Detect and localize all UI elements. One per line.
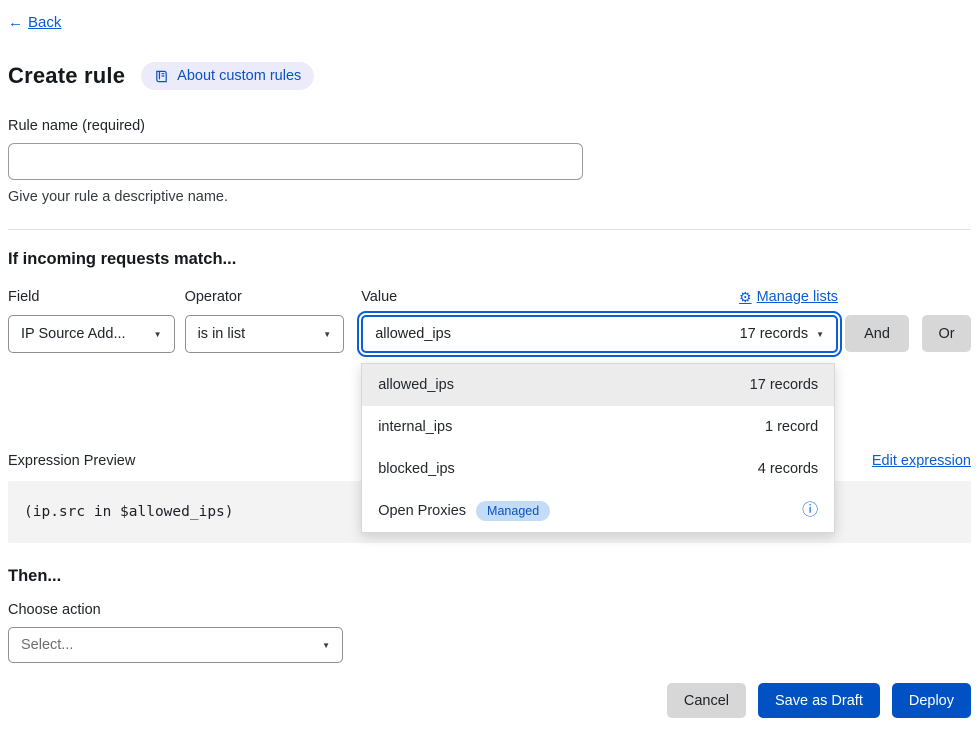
about-badge-label: About custom rules <box>177 68 301 84</box>
match-heading: If incoming requests match... <box>8 250 971 269</box>
rule-name-help: Give your rule a descriptive name. <box>8 189 971 205</box>
list-option-internal-ips[interactable]: internal_ips 1 record <box>362 406 834 448</box>
manage-lists-label: Manage lists <box>757 289 838 306</box>
about-custom-rules-badge[interactable]: About custom rules <box>141 62 314 90</box>
chevron-down-icon: ▼ <box>323 330 331 339</box>
field-select-value: IP Source Add... <box>21 326 126 342</box>
chevron-down-icon: ▼ <box>816 330 824 339</box>
section-divider <box>8 229 971 230</box>
field-label: Field <box>8 289 175 306</box>
back-arrow-icon: ← <box>8 14 23 31</box>
expression-preview-label: Expression Preview <box>8 453 135 469</box>
list-option-open-proxies[interactable]: Open Proxies Managed ⓘ <box>362 490 834 532</box>
and-button[interactable]: And <box>845 315 909 352</box>
action-select[interactable]: Select... ▼ <box>8 627 343 663</box>
create-rule-page: ← Back Create rule About custom rules Rul… <box>0 0 979 739</box>
cancel-button[interactable]: Cancel <box>667 683 746 718</box>
list-option-name: blocked_ips <box>378 461 455 477</box>
edit-expression-link[interactable]: Edit expression <box>872 453 971 469</box>
list-option-records: 1 record <box>765 419 818 435</box>
and-or-buttons: And Or <box>845 289 971 352</box>
value-column: Value ⚙ Manage lists allowed_ips 17 reco… <box>361 289 838 353</box>
operator-select-value: is in list <box>198 326 246 342</box>
list-option-allowed-ips[interactable]: allowed_ips 17 records <box>362 364 834 406</box>
list-option-records: 4 records <box>758 461 818 477</box>
value-select-name: allowed_ips <box>375 326 451 342</box>
chevron-down-icon: ▼ <box>154 330 162 339</box>
page-title: Create rule <box>8 63 125 89</box>
value-select-records: 17 records <box>740 326 809 342</box>
list-option-blocked-ips[interactable]: blocked_ips 4 records <box>362 448 834 490</box>
operator-column: Operator is in list ▼ <box>185 289 345 353</box>
title-row: Create rule About custom rules <box>8 62 971 90</box>
info-icon[interactable]: ⓘ <box>802 503 818 519</box>
list-option-name: internal_ips <box>378 419 452 435</box>
list-dropdown: allowed_ips 17 records internal_ips 1 re… <box>361 363 835 533</box>
chevron-down-icon: ▼ <box>322 641 330 650</box>
field-column: Field IP Source Add... ▼ <box>8 289 175 353</box>
back-link[interactable]: ← Back <box>8 14 61 31</box>
manage-lists-link[interactable]: ⚙ Manage lists <box>739 289 838 306</box>
value-select-right: 17 records ▼ <box>740 326 824 342</box>
footer-actions: Cancel Save as Draft Deploy <box>8 683 971 718</box>
back-label: Back <box>28 14 61 31</box>
managed-badge: Managed <box>476 501 550 521</box>
gear-icon: ⚙ <box>739 289 752 306</box>
value-select[interactable]: allowed_ips 17 records ▼ <box>361 315 838 353</box>
value-label: Value <box>361 289 397 306</box>
then-heading: Then... <box>8 567 971 586</box>
save-draft-button[interactable]: Save as Draft <box>758 683 880 718</box>
list-option-name: Open Proxies <box>378 503 466 519</box>
list-option-name: allowed_ips <box>378 377 454 393</box>
rule-name-label: Rule name (required) <box>8 118 971 134</box>
choose-action-label: Choose action <box>8 602 971 618</box>
value-label-row: Value ⚙ Manage lists <box>361 289 838 306</box>
or-button[interactable]: Or <box>922 315 971 352</box>
action-select-placeholder: Select... <box>21 637 73 653</box>
operator-label: Operator <box>185 289 345 306</box>
list-option-left: Open Proxies Managed <box>378 501 550 521</box>
deploy-button[interactable]: Deploy <box>892 683 971 718</box>
operator-select[interactable]: is in list ▼ <box>185 315 345 353</box>
match-row: Field IP Source Add... ▼ Operator is in … <box>8 289 971 353</box>
field-select[interactable]: IP Source Add... ▼ <box>8 315 175 353</box>
rule-name-input[interactable] <box>8 143 583 180</box>
book-icon <box>154 69 169 84</box>
list-option-records: 17 records <box>750 377 819 393</box>
